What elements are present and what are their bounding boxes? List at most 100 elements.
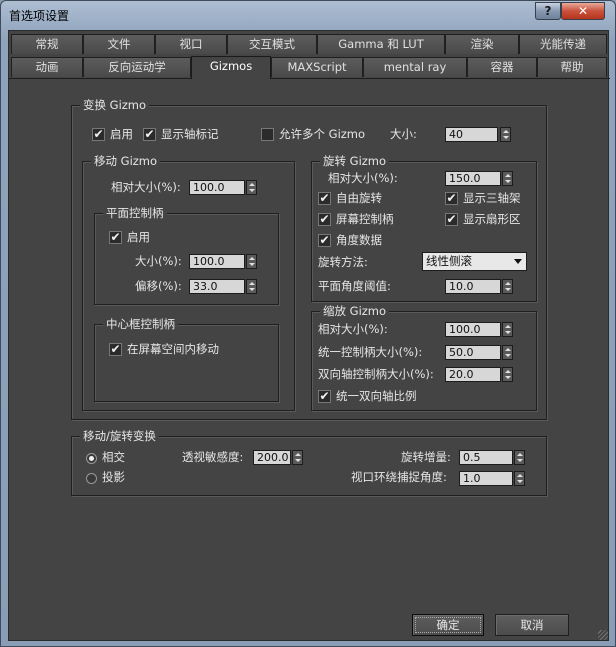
allow-multiple-checkbox[interactable] [261, 128, 274, 141]
gizmo-size-label: 大小: [390, 127, 417, 141]
tab-rendering[interactable]: 渲染 [445, 34, 519, 54]
dual-axis-size-spin-arrows[interactable] [502, 367, 513, 382]
uniform-handle-size-value[interactable]: 50.0 [445, 345, 501, 360]
plane-offset-spin-arrows[interactable] [246, 279, 257, 294]
tab-general[interactable]: 常规 [11, 34, 83, 54]
plane-angle-spinner[interactable]: 10.0 [445, 279, 513, 294]
gizmo-size-value[interactable]: 40 [445, 127, 498, 142]
rotate-method-label: 旋转方法: [318, 255, 368, 269]
plane-size-spin-arrows[interactable] [246, 254, 257, 269]
gizmo-size-spinner[interactable]: 40 [445, 127, 511, 142]
gizmo-size-spin-arrows[interactable] [500, 127, 511, 142]
orbit-snap-spinner[interactable]: 1.0 [459, 471, 525, 486]
allow-multiple-label: 允许多个 Gizmo [279, 127, 366, 141]
tab-animation[interactable]: 动画 [11, 57, 83, 77]
perspective-sensitivity-spin-arrows[interactable] [292, 450, 303, 465]
intersect-radio[interactable] [86, 453, 97, 464]
enable-gizmo-label: 启用 [110, 127, 133, 141]
perspective-sensitivity-label: 透视敏感度: [182, 450, 244, 464]
move-gizmo-group: 移动 Gizmo 相对大小(%): 100.0 平面控制柄 ✔ 启用 大小(%)… [82, 154, 295, 411]
plane-offset-value[interactable]: 33.0 [189, 279, 245, 294]
plane-angle-label: 平面角度阈值: [318, 279, 391, 293]
tab-radiosity[interactable]: 光能传递 [519, 34, 607, 54]
angle-data-checkbox[interactable]: ✔ [318, 234, 331, 247]
rotate-rel-size-value[interactable]: 150.0 [445, 171, 501, 186]
rotate-increment-label: 旋转增量: [401, 450, 451, 464]
tab-inverse-kinematics[interactable]: 反向运动学 [83, 57, 191, 77]
chevron-down-icon [514, 259, 522, 264]
orbit-snap-spin-arrows[interactable] [514, 471, 525, 486]
plane-offset-spinner[interactable]: 33.0 [189, 279, 257, 294]
dialog-client: 常规 文件 视口 交互模式 Gamma 和 LUT 渲染 光能传递 动画 反向运… [8, 30, 610, 642]
perspective-sensitivity-value[interactable]: 200.0 [253, 450, 291, 465]
plane-handle-enable-checkbox[interactable]: ✔ [109, 231, 122, 244]
tab-containers[interactable]: 容器 [467, 57, 537, 77]
plane-angle-value[interactable]: 10.0 [445, 279, 501, 294]
tab-interaction-mode[interactable]: 交互模式 [227, 34, 317, 54]
dual-axis-size-label: 双向轴控制柄大小(%): [318, 367, 434, 381]
resize-grip-icon[interactable] [598, 630, 608, 640]
plane-size-spinner[interactable]: 100.0 [189, 254, 257, 269]
free-rotate-label: 自由旋转 [336, 191, 382, 205]
ok-button[interactable]: 确定 [412, 614, 484, 636]
plane-handle-title: 平面控制柄 [103, 206, 167, 220]
tab-help[interactable]: 帮助 [537, 57, 607, 77]
show-tripod-label: 显示三轴架 [463, 191, 521, 205]
rotate-rel-size-label: 相对大小(%): [328, 171, 398, 185]
preferences-window: 首选项设置 ? ✕ 常规 文件 视口 交互模式 Gamma 和 LUT 渲染 光… [0, 0, 616, 647]
dual-axis-size-spinner[interactable]: 20.0 [445, 367, 513, 382]
uniform-dual-scale-checkbox[interactable]: ✔ [318, 390, 331, 403]
move-screen-space-label: 在屏幕空间内移动 [127, 342, 219, 356]
free-rotate-checkbox[interactable]: ✔ [318, 192, 331, 205]
tab-gizmos[interactable]: Gizmos [191, 56, 271, 79]
tab-gamma-lut[interactable]: Gamma 和 LUT [317, 34, 445, 54]
tab-viewports[interactable]: 视口 [155, 34, 227, 54]
perspective-sensitivity-spinner[interactable]: 200.0 [253, 450, 303, 465]
uniform-handle-size-label: 统一控制柄大小(%): [318, 345, 423, 359]
screen-handle-checkbox[interactable]: ✔ [318, 213, 331, 226]
scale-rel-size-value[interactable]: 100.0 [445, 322, 501, 337]
move-rel-size-spin-arrows[interactable] [246, 180, 257, 195]
title-bar[interactable]: 首选项设置 ? ✕ [1, 1, 615, 29]
rotate-gizmo-group: 旋转 Gizmo 相对大小(%): 150.0 ✔ 自由旋转 ✔ 显示三轴架 ✔… [311, 154, 537, 302]
tab-files[interactable]: 文件 [83, 34, 155, 54]
show-pie-checkbox[interactable]: ✔ [445, 213, 458, 226]
enable-gizmo-checkbox[interactable]: ✔ [92, 128, 105, 141]
show-tripod-checkbox[interactable]: ✔ [445, 192, 458, 205]
uniform-handle-size-spin-arrows[interactable] [502, 345, 513, 360]
center-box-group: 中心框控制柄 ✔ 在屏幕空间内移动 [94, 317, 279, 402]
plane-handle-enable-label: 启用 [127, 230, 150, 244]
angle-data-label: 角度数据 [336, 233, 382, 247]
scale-rel-size-spin-arrows[interactable] [502, 322, 513, 337]
plane-size-value[interactable]: 100.0 [189, 254, 245, 269]
move-rel-size-value[interactable]: 100.0 [189, 180, 245, 195]
help-button[interactable]: ? [535, 2, 561, 20]
move-rel-size-spinner[interactable]: 100.0 [189, 180, 257, 195]
plane-offset-label: 偏移(%): [135, 279, 182, 293]
close-button[interactable]: ✕ [561, 2, 605, 20]
gizmos-panel: 变换 Gizmo ✔ 启用 ✔ 显示轴标记 允许多个 Gizmo 大小: 40 … [9, 78, 610, 642]
uniform-handle-size-spinner[interactable]: 50.0 [445, 345, 513, 360]
cancel-button[interactable]: 取消 [495, 614, 569, 636]
rotate-increment-value[interactable]: 0.5 [459, 450, 513, 465]
rotate-rel-size-spin-arrows[interactable] [502, 171, 513, 186]
show-axis-checkbox[interactable]: ✔ [143, 128, 156, 141]
dual-axis-size-value[interactable]: 20.0 [445, 367, 501, 382]
rotate-method-dropdown[interactable]: 线性侧滚 [422, 252, 527, 271]
intersect-label: 相交 [102, 450, 125, 464]
tab-mental-ray[interactable]: mental ray [363, 57, 467, 77]
tab-row-1: 常规 文件 视口 交互模式 Gamma 和 LUT 渲染 光能传递 [9, 33, 610, 55]
tab-row-2: 动画 反向运动学 Gizmos MAXScript mental ray 容器 … [9, 56, 610, 79]
scale-gizmo-title: 缩放 Gizmo [320, 304, 390, 318]
project-radio[interactable] [86, 473, 97, 484]
orbit-snap-value[interactable]: 1.0 [459, 471, 513, 486]
scale-rel-size-spinner[interactable]: 100.0 [445, 322, 513, 337]
move-screen-space-checkbox[interactable]: ✔ [109, 343, 122, 356]
tab-maxscript[interactable]: MAXScript [271, 57, 363, 77]
window-title: 首选项设置 [9, 9, 70, 23]
rotate-rel-size-spinner[interactable]: 150.0 [445, 171, 513, 186]
rotate-increment-spinner[interactable]: 0.5 [459, 450, 525, 465]
plane-angle-spin-arrows[interactable] [502, 279, 513, 294]
rotate-method-value: 线性侧滚 [426, 254, 472, 268]
rotate-increment-spin-arrows[interactable] [514, 450, 525, 465]
